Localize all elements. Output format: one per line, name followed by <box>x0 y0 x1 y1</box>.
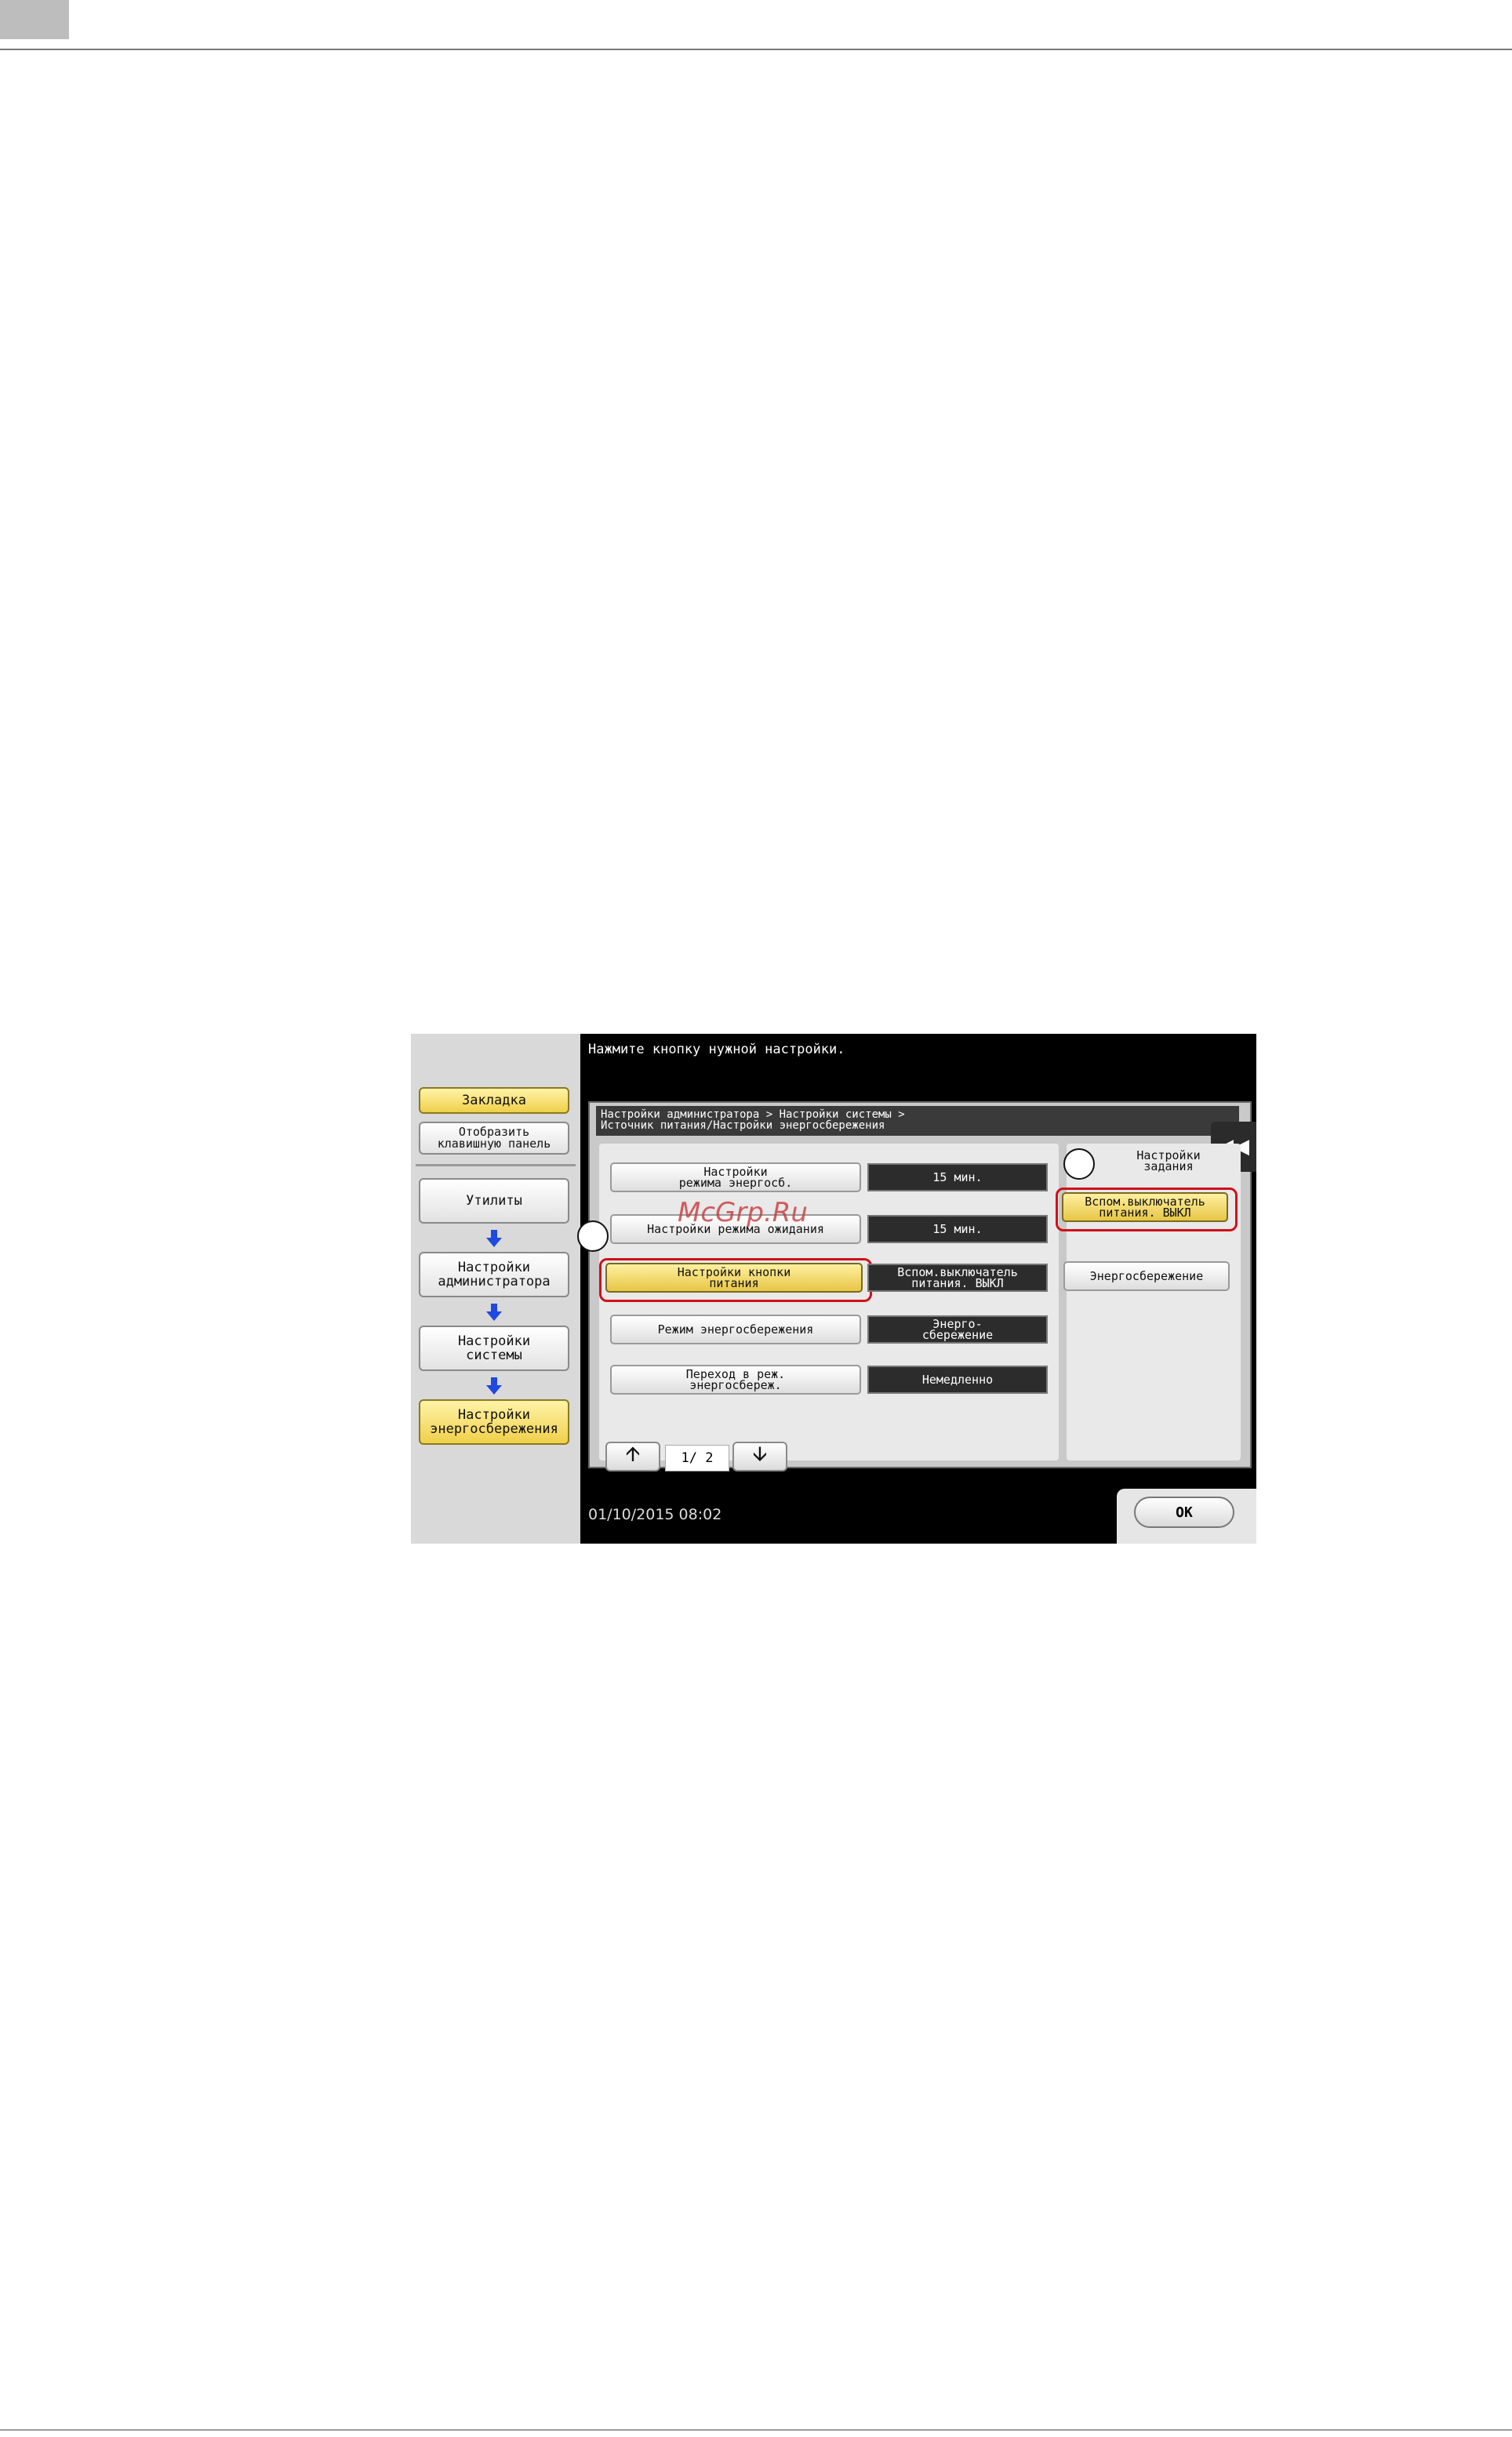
utilities-button[interactable]: Утилиты <box>419 1178 569 1224</box>
show-keypad-button[interactable]: Отобразить клавишную панель <box>419 1122 569 1155</box>
enter-power-save-value: Немедленно <box>867 1366 1048 1394</box>
left-navigation: Закладка Отобразить клавишную панель Ути… <box>411 1034 580 1544</box>
ok-button[interactable]: OK <box>1134 1497 1234 1528</box>
power-save-mode-settings-button[interactable]: Настройки режима энергосб. <box>610 1162 861 1192</box>
page-down-button[interactable]: 🡫 <box>732 1442 787 1471</box>
system-settings-button[interactable]: Настройки системы <box>419 1326 569 1371</box>
footer-rule <box>0 2429 1512 2431</box>
power-key-value: Вспом.выключатель питания. ВЫКЛ <box>867 1264 1048 1292</box>
watermark: McGrp.Ru <box>678 1197 808 1228</box>
arrow-up-icon: 🡩 <box>625 1442 641 1466</box>
sleep-mode-value: 15 мин. <box>867 1215 1048 1243</box>
instruction-text: Нажмите кнопку нужной настройки. <box>588 1042 845 1057</box>
enter-power-save-button[interactable]: Переход в реж. энергосбереж. <box>610 1365 861 1395</box>
arrow-down-icon <box>486 1377 502 1395</box>
arrow-down-icon <box>486 1304 502 1321</box>
power-key-settings-button[interactable]: Настройки кнопки питания <box>605 1263 863 1293</box>
arrow-down-icon <box>486 1230 502 1247</box>
page-indicator: 1/ 2 <box>665 1445 729 1471</box>
header-rule <box>0 49 1512 50</box>
admin-settings-button[interactable]: Настройки администратора <box>419 1252 569 1297</box>
nav-divider <box>416 1164 576 1166</box>
power-save-settings-button[interactable]: Настройки энергосбережения <box>419 1399 569 1445</box>
page-up-button[interactable]: 🡩 <box>605 1442 660 1471</box>
date-time: 01/10/2015 08:02 <box>588 1506 722 1523</box>
power-save-mode-type-value: Энерго- сбережение <box>867 1315 1048 1344</box>
bookmark-button[interactable]: Закладка <box>419 1087 569 1114</box>
power-save-option[interactable]: Энергосбережение <box>1063 1261 1230 1291</box>
breadcrumb: Настройки администратора > Настройки сис… <box>596 1106 1239 1136</box>
sub-power-off-option[interactable]: Вспом.выключатель питания. ВЫКЛ <box>1062 1192 1228 1222</box>
arrow-down-icon: 🡫 <box>752 1442 768 1466</box>
device-control-panel: Закладка Отобразить клавишную панель Ути… <box>411 1034 1256 1544</box>
power-save-mode-value: 15 мин. <box>867 1163 1048 1191</box>
job-settings-title: Настройки задания <box>1136 1148 1201 1173</box>
step-callout-circle <box>577 1220 609 1252</box>
page-corner-marker <box>0 0 69 39</box>
power-save-mode-button[interactable]: Режим энергосбережения <box>610 1315 861 1344</box>
step-callout-circle <box>1063 1148 1095 1180</box>
